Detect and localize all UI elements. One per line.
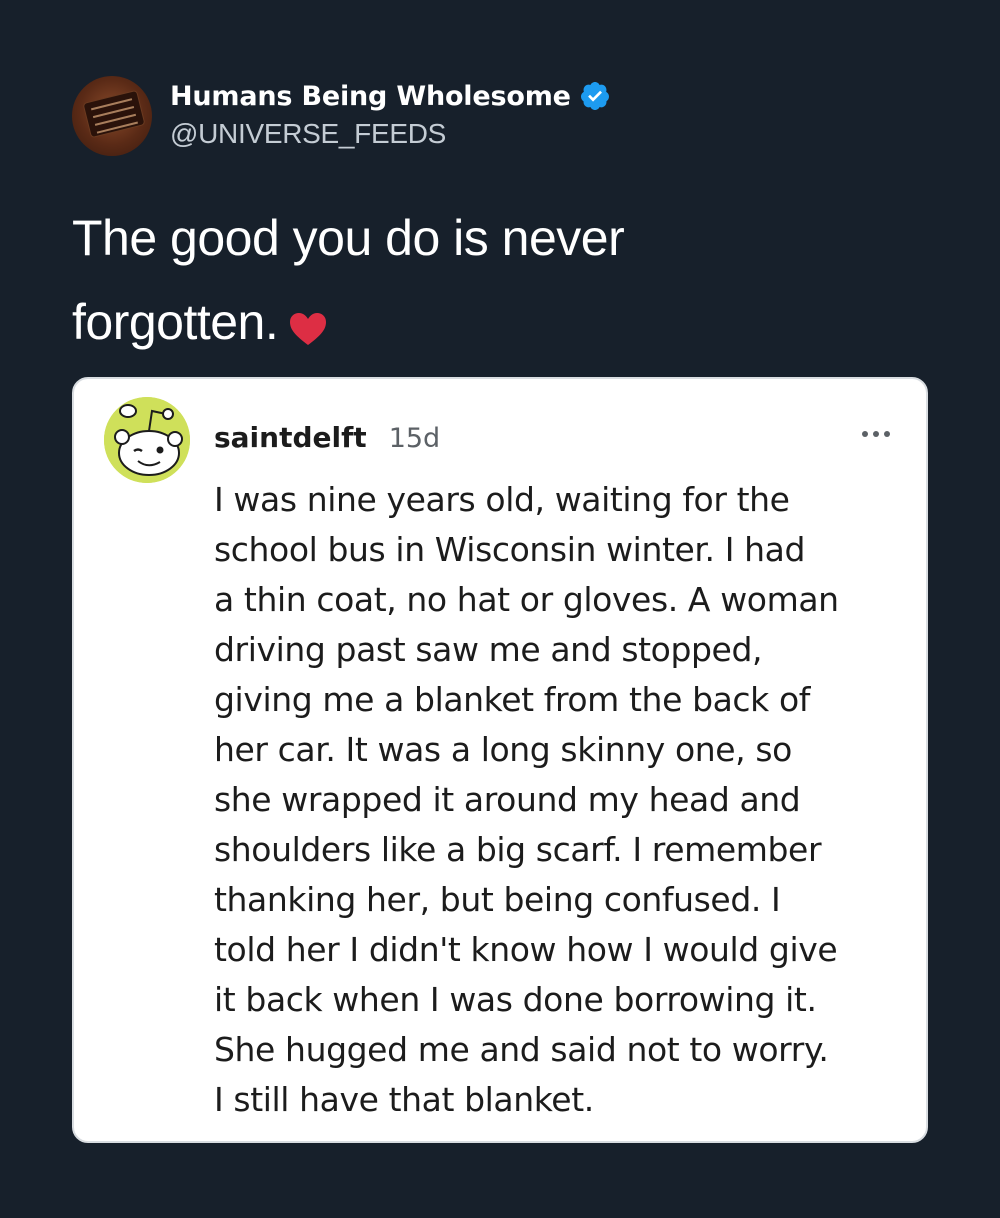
post-body-line: it back when I was done borrowing it. [214, 980, 817, 1019]
author-handle[interactable]: @UNIVERSE_FEEDS [170, 118, 611, 150]
post-body-line: her car. It was a long skinny one, so [214, 730, 792, 769]
post-header: saintdelft 15d [214, 421, 440, 454]
post-body-line: thanking her, but being confused. I [214, 880, 781, 919]
dot [873, 431, 879, 437]
tweet-header: Humans Being Wholesome @UNIVERSE_FEEDS [72, 76, 611, 156]
avatar-image [82, 89, 146, 139]
post-body-line: she wrapped it around my head and [214, 780, 801, 819]
post-body-line: I still have that blanket. [214, 1080, 594, 1119]
red-heart-icon [290, 313, 327, 345]
tweet-text-line-2: forgotten. [72, 280, 932, 364]
profile-avatar[interactable] [72, 76, 152, 156]
post-body-line: I was nine years old, waiting for the [214, 480, 790, 519]
post-body-line: a thin coat, no hat or gloves. A woman [214, 580, 839, 619]
display-name-row: Humans Being Wholesome [170, 80, 611, 112]
tweet-text: The good you do is never forgotten. [72, 196, 932, 364]
dot [884, 431, 890, 437]
post-body-line: driving past saw me and stopped, [214, 630, 763, 669]
snoo-avatar-icon[interactable] [104, 397, 190, 483]
post-age: 15d [388, 423, 441, 454]
more-options-icon[interactable] [862, 431, 890, 437]
tweet-text-line: The good you do is never [72, 210, 625, 266]
embedded-reddit-post[interactable]: saintdelft 15d I was nine years old, wai… [72, 377, 928, 1143]
post-body-line: school bus in Wisconsin winter. I had [214, 530, 806, 569]
display-name[interactable]: Humans Being Wholesome [170, 81, 571, 112]
post-body: I was nine years old, waiting for the sc… [214, 475, 904, 1125]
tweet-text-line: forgotten. [72, 294, 279, 350]
post-body-line: giving me a blanket from the back of [214, 680, 810, 719]
post-body-line: told her I didn't know how I would give [214, 930, 838, 969]
author-names: Humans Being Wholesome @UNIVERSE_FEEDS [170, 80, 611, 150]
verified-badge-icon [580, 82, 609, 110]
post-username[interactable]: saintdelft [214, 421, 367, 454]
post-body-line: shoulders like a big scarf. I remember [214, 830, 822, 869]
post-body-line: She hugged me and said not to worry. [214, 1030, 829, 1069]
dot [862, 431, 868, 437]
